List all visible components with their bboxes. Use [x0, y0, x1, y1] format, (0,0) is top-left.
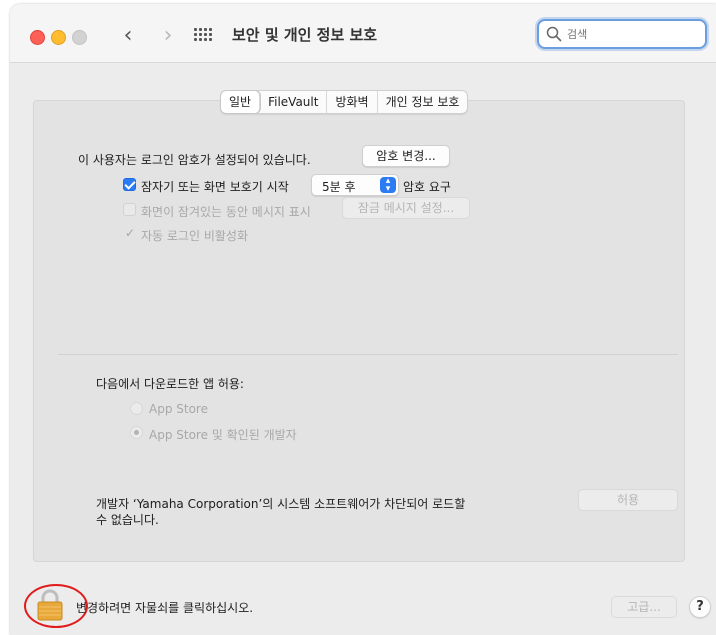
- password-delay-value: 5분 후: [322, 180, 356, 194]
- preferences-window: ‹ › 보안 및 개인 정보 보호 일반 FileVault 방화벽 개인 정보…: [10, 4, 716, 635]
- password-status-text: 이 사용자는 로그인 암호가 설정되어 있습니다.: [78, 153, 311, 167]
- search-icon: [546, 26, 562, 42]
- disable-auto-login-label: 자동 로그인 비활성화: [141, 229, 248, 243]
- radio-app-store[interactable]: [130, 402, 143, 415]
- blocked-message-line2: 수 없습니다.: [96, 513, 159, 527]
- require-password-suffix: 암호 요구: [403, 180, 451, 194]
- tab-firewall[interactable]: 방화벽: [327, 91, 378, 113]
- minimize-window-button[interactable]: [51, 30, 66, 45]
- tab-privacy[interactable]: 개인 정보 보호: [378, 91, 468, 113]
- close-window-button[interactable]: [30, 30, 45, 45]
- help-button[interactable]: ?: [689, 596, 711, 618]
- password-delay-select[interactable]: 5분 후 ▴ ▾: [311, 174, 399, 196]
- radio-app-store-label: App Store: [149, 402, 208, 416]
- tab-general[interactable]: 일반: [221, 91, 261, 113]
- require-password-label: 잠자기 또는 화면 보호기 시작: [141, 180, 289, 194]
- require-password-checkbox[interactable]: [123, 178, 136, 191]
- show-message-checkbox[interactable]: [123, 203, 136, 216]
- tab-filevault[interactable]: FileVault: [260, 91, 328, 113]
- blocked-message-line1: 개발자 ‘Yamaha Corporation’의 시스템 소프트웨어가 차단되…: [96, 497, 466, 511]
- chevron-right-icon[interactable]: ›: [156, 22, 180, 50]
- title-bar: ‹ › 보안 및 개인 정보 보호: [10, 4, 716, 63]
- radio-app-store-identified[interactable]: [130, 426, 143, 439]
- lock-hint-text: 변경하려면 자물쇠를 클릭하십시오.: [76, 601, 254, 615]
- checkmark-icon: ✓: [125, 226, 136, 240]
- grid-icon[interactable]: [194, 28, 212, 42]
- chevron-left-icon[interactable]: ‹: [116, 22, 140, 50]
- advanced-button[interactable]: 고급...: [611, 596, 677, 618]
- search-input[interactable]: [567, 28, 697, 41]
- show-message-label: 화면이 잠겨있는 동안 메시지 표시: [141, 205, 311, 219]
- allow-button[interactable]: 허용: [578, 489, 678, 511]
- search-field[interactable]: [537, 19, 707, 49]
- section-divider: [58, 354, 678, 355]
- window-title: 보안 및 개인 정보 보호: [232, 26, 378, 44]
- change-password-button[interactable]: 암호 변경...: [362, 145, 450, 167]
- chevron-up-down-icon: ▴ ▾: [380, 177, 396, 194]
- tab-bar: 일반 FileVault 방화벽 개인 정보 보호: [220, 90, 469, 114]
- set-lock-message-button[interactable]: 잠금 메시지 설정...: [342, 197, 470, 219]
- zoom-window-button[interactable]: [72, 30, 87, 45]
- radio-app-store-identified-label: App Store 및 확인된 개발자: [149, 428, 297, 442]
- downloads-heading: 다음에서 다운로드한 앱 허용:: [96, 377, 244, 391]
